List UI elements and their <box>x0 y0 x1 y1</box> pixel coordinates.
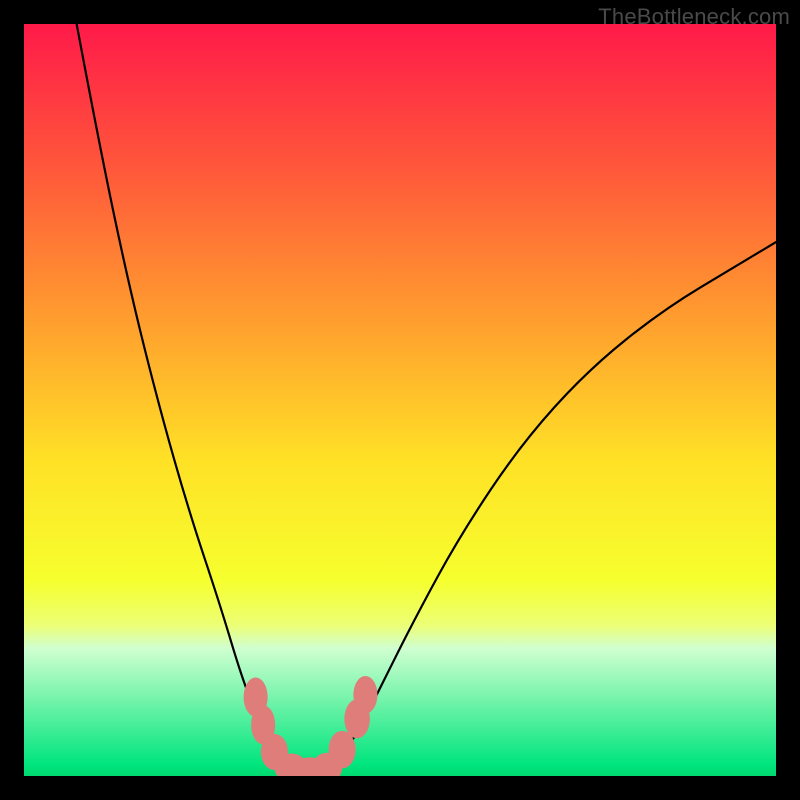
gap-marker <box>353 676 377 714</box>
chart-plot-area <box>24 24 776 776</box>
watermark-text: TheBottleneck.com <box>598 4 790 30</box>
chart-background <box>24 24 776 776</box>
bottleneck-chart <box>24 24 776 776</box>
gap-marker <box>329 731 356 769</box>
